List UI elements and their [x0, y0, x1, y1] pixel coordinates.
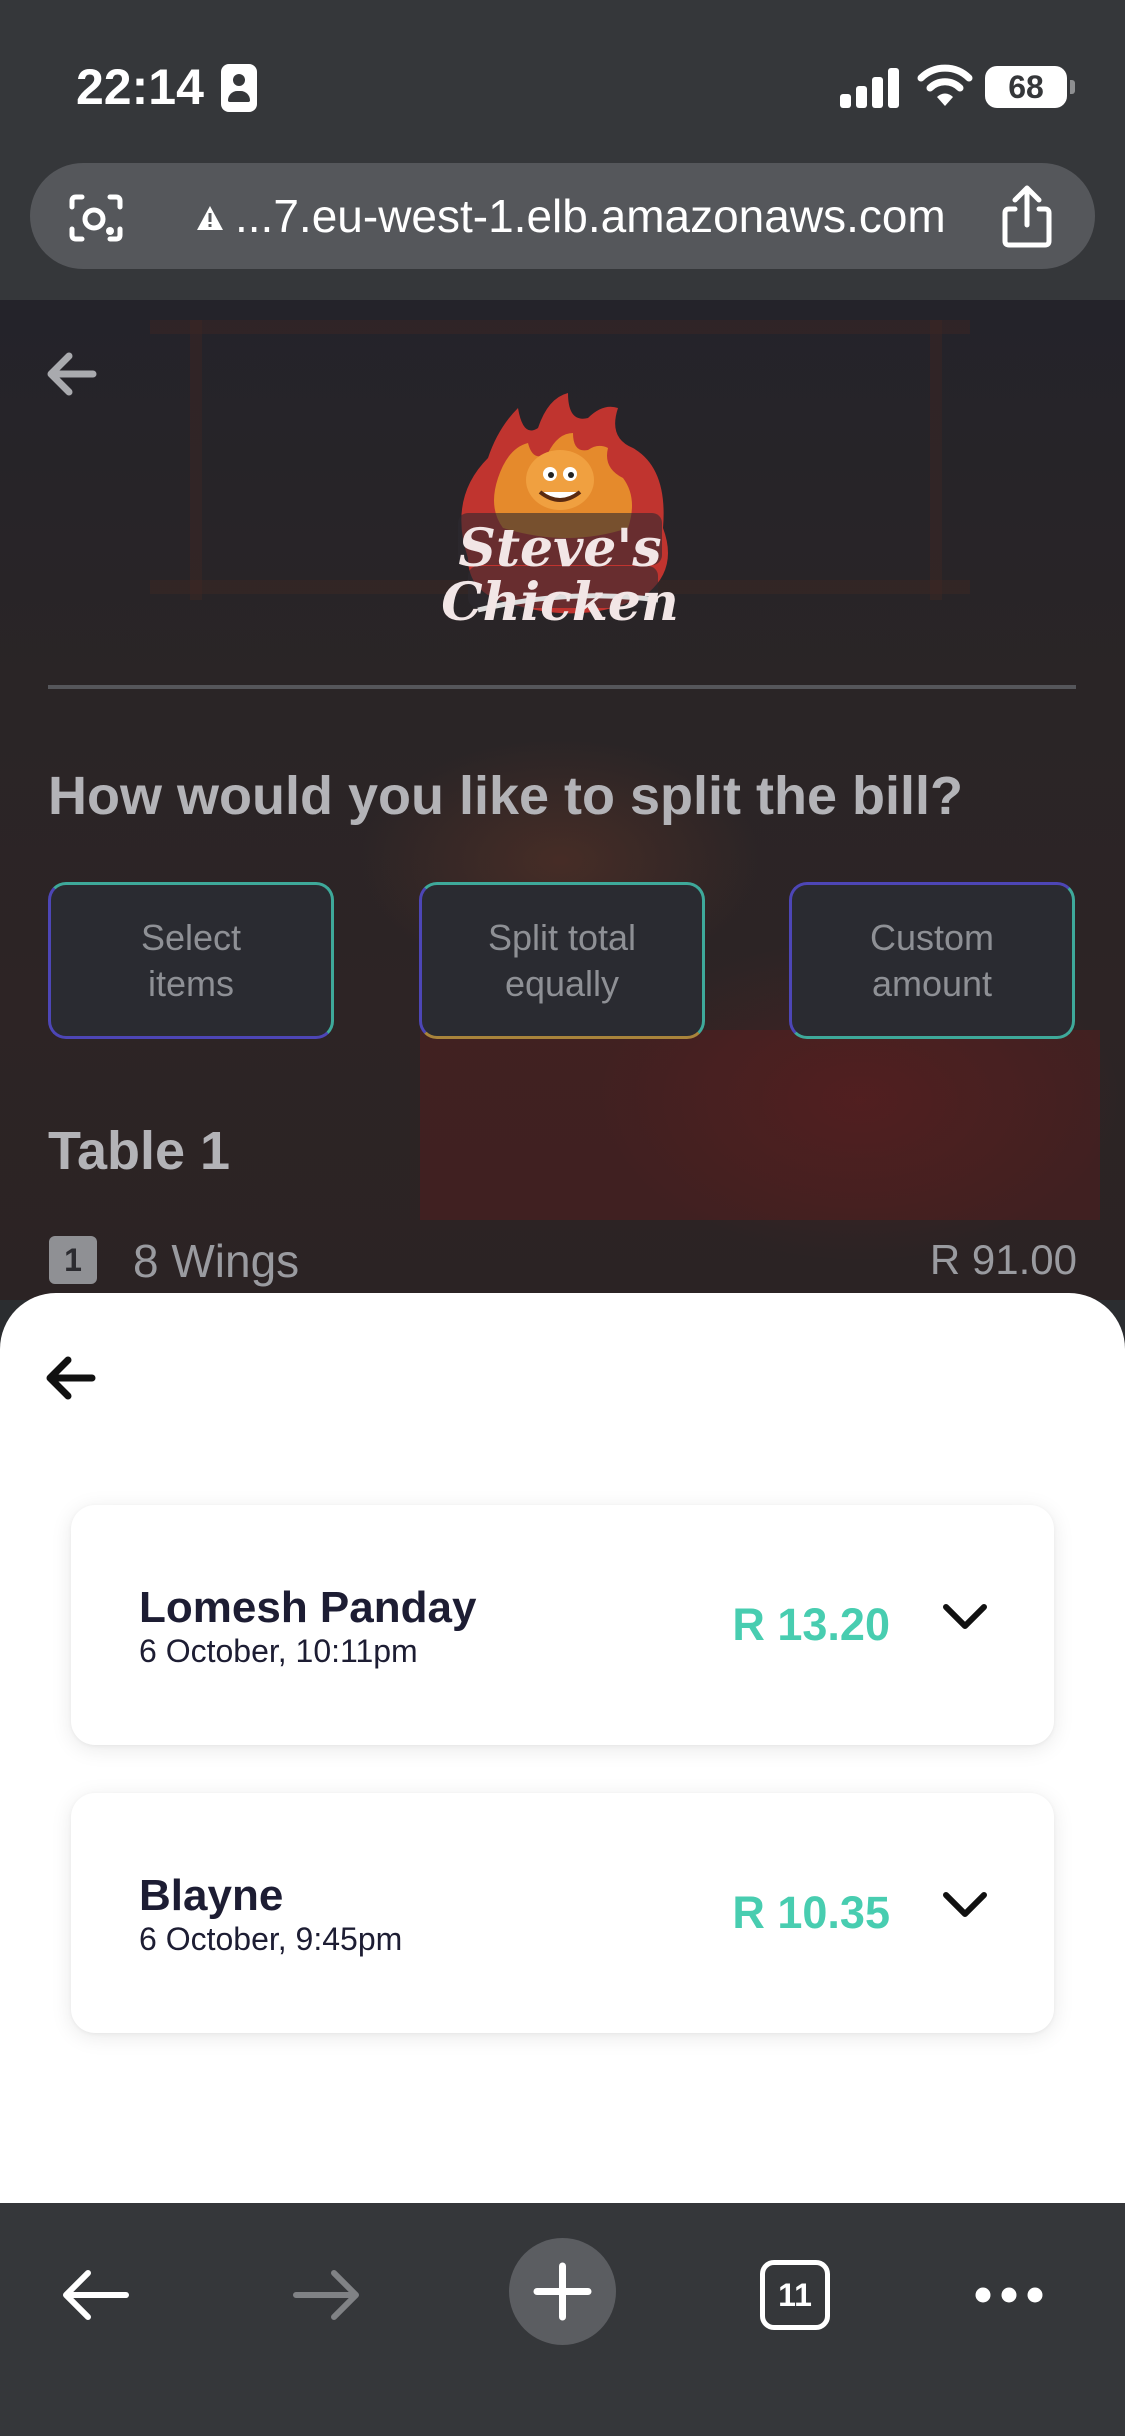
back-arrow-icon[interactable] — [60, 2267, 130, 2323]
payer-name: Lomesh Panday — [139, 1583, 477, 1632]
browser-address-area: ...7.eu-west-1.elb.amazonaws.com — [0, 160, 1125, 300]
status-time: 22:14 — [76, 59, 204, 115]
select-items-button[interactable]: Select items — [48, 882, 334, 1039]
address-bar[interactable]: ...7.eu-west-1.elb.amazonaws.com — [30, 163, 1095, 269]
payment-date: 6 October, 9:45pm — [139, 1921, 403, 1957]
lens-icon[interactable] — [68, 193, 124, 243]
status-bar: 22:14 68 — [0, 0, 1125, 160]
new-tab-button[interactable] — [509, 2238, 616, 2345]
restaurant-page: Steve's Chicken How would you like to sp… — [0, 300, 1125, 1300]
split-question: How would you like to split the bill? — [48, 766, 963, 826]
split-equally-button[interactable]: Split total equally — [419, 882, 705, 1039]
cellular-signal-icon — [840, 66, 900, 108]
brand-name: Steve's Chicken — [441, 518, 679, 633]
payment-amount: R 13.20 — [732, 1599, 890, 1650]
item-name: 8 Wings — [133, 1235, 300, 1287]
browser-toolbar: 11 — [0, 2203, 1125, 2436]
contact-card-icon — [221, 64, 257, 112]
forward-arrow-icon[interactable] — [292, 2267, 362, 2323]
wifi-icon — [917, 64, 973, 106]
item-quantity-badge: 1 — [49, 1236, 97, 1284]
payment-date: 6 October, 10:11pm — [139, 1633, 418, 1669]
plus-icon — [533, 2262, 592, 2321]
payment-card[interactable]: Blayne 6 October, 9:45pm R 10.35 — [71, 1793, 1054, 2033]
battery-icon: 68 — [985, 66, 1075, 108]
warning-icon — [197, 206, 223, 230]
payment-card[interactable]: Lomesh Panday 6 October, 10:11pm R 13.20 — [71, 1505, 1054, 1745]
item-price: R 91.00 — [929, 1236, 1077, 1283]
share-icon[interactable] — [997, 185, 1057, 249]
custom-amount-button[interactable]: Custom amount — [789, 882, 1075, 1039]
divider — [48, 685, 1076, 689]
payments-sheet: Lomesh Panday 6 October, 10:11pm R 13.20… — [0, 1293, 1125, 2203]
back-arrow-icon[interactable] — [44, 1353, 96, 1403]
tabs-icon[interactable]: 11 — [760, 2260, 830, 2330]
chevron-down-icon[interactable] — [942, 1889, 988, 1921]
table-title: Table 1 — [48, 1121, 231, 1181]
back-arrow-icon[interactable] — [45, 350, 97, 398]
url-text[interactable]: ...7.eu-west-1.elb.amazonaws.com — [235, 189, 946, 243]
chevron-down-icon[interactable] — [942, 1601, 988, 1633]
more-icon[interactable] — [973, 2285, 1045, 2305]
payment-amount: R 10.35 — [732, 1887, 890, 1938]
payer-name: Blayne — [139, 1871, 284, 1920]
